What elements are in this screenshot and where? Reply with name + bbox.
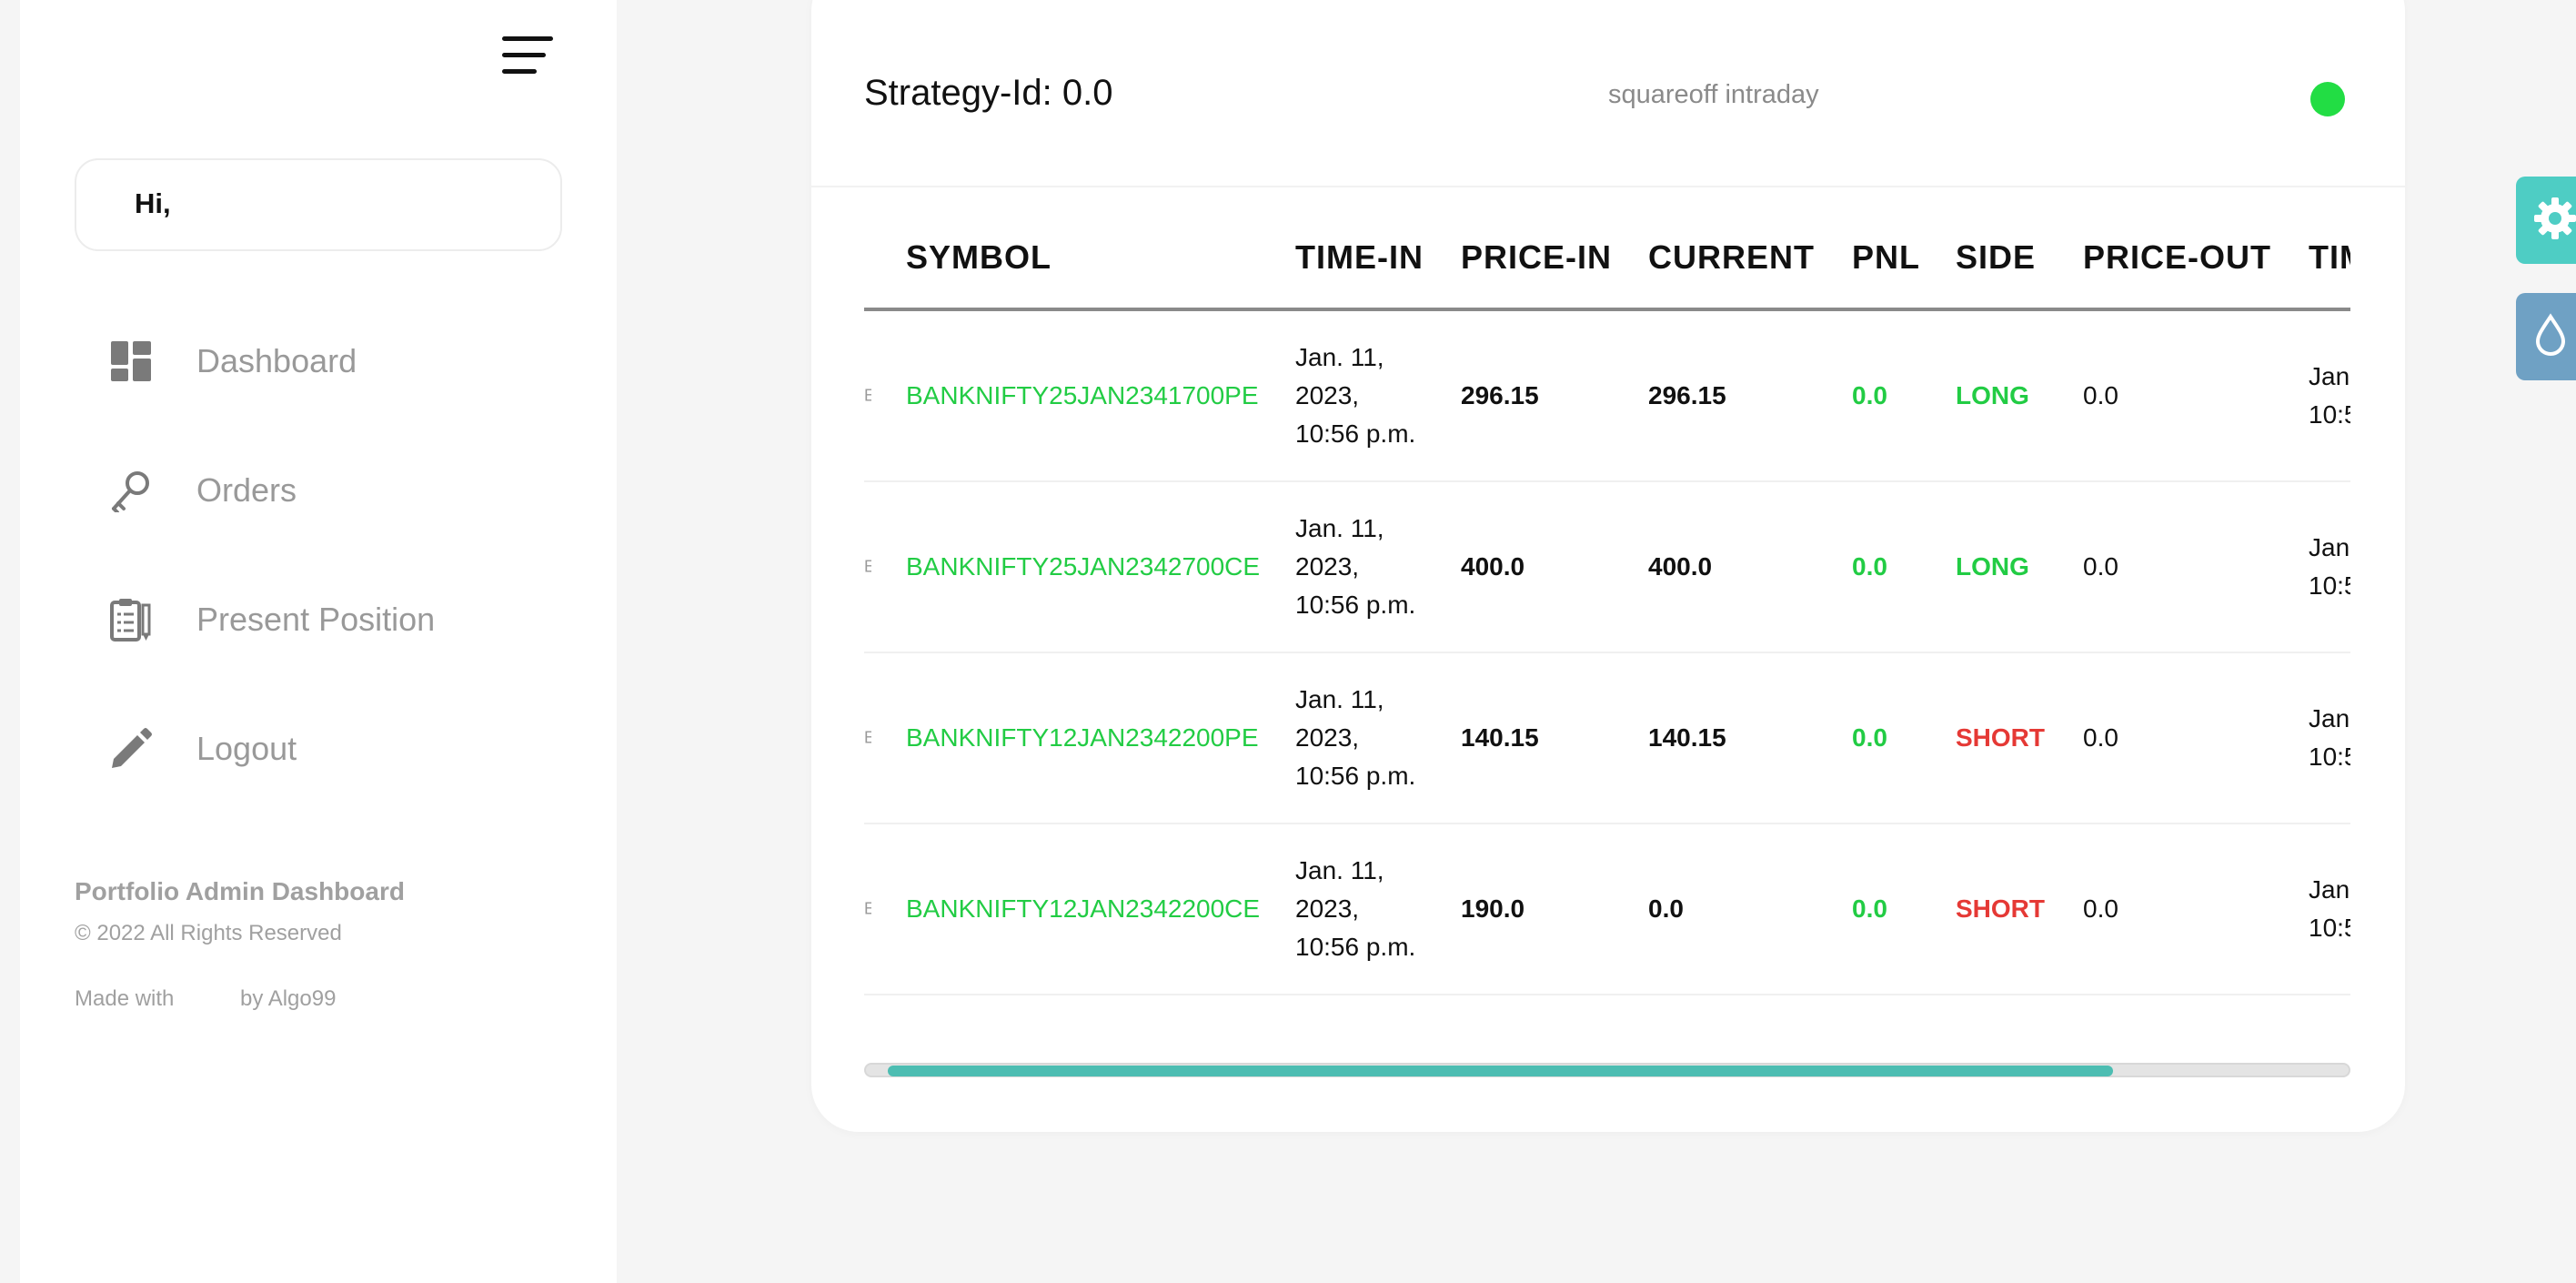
settings-button[interactable] bbox=[2516, 177, 2576, 264]
cell-pnl: 0.0 bbox=[1852, 552, 1887, 581]
cell-side: LONG bbox=[1956, 552, 2029, 581]
cell-price-in: 190.0 bbox=[1461, 894, 1525, 923]
sidebar-item-orders[interactable]: Orders bbox=[107, 459, 526, 522]
cell-time-in: Jan. 11, 2023, 10:56 p.m. bbox=[1295, 685, 1416, 790]
cell-side: LONG bbox=[1956, 381, 2029, 409]
footer-copyright: © 2022 All Rights Reserved bbox=[75, 921, 342, 945]
status-indicator bbox=[2310, 82, 2345, 116]
cell-pnl: 0.0 bbox=[1852, 723, 1887, 752]
sidebar-item-label: Orders bbox=[196, 471, 297, 509]
cell-price-out: 0.0 bbox=[2083, 894, 2118, 923]
gear-icon bbox=[2532, 196, 2576, 246]
table-row[interactable]: E BANKNIFTY12JAN2342200PE Jan. 11, 2023,… bbox=[864, 653, 2350, 824]
cell-symbol[interactable]: BANKNIFTY25JAN2341700PE bbox=[906, 381, 1259, 410]
cell-price-in: 400.0 bbox=[1461, 552, 1525, 581]
footer-by: by Algo99 bbox=[240, 986, 337, 1011]
column-header-price-out[interactable]: PRICE-OUT bbox=[2083, 238, 2271, 277]
cell-time-out: Jan 10:5 bbox=[2309, 533, 2350, 600]
sidebar-item-logout[interactable]: Logout bbox=[107, 717, 526, 781]
cell-price-out: 0.0 bbox=[2083, 723, 2118, 752]
cell-pnl: 0.0 bbox=[1852, 381, 1887, 409]
cell-current: 0.0 bbox=[1648, 894, 1684, 923]
greeting-box: Hi, bbox=[75, 158, 562, 251]
card-header-divider bbox=[811, 186, 2405, 187]
key-icon bbox=[107, 467, 155, 514]
cell-symbol[interactable]: BANKNIFTY12JAN2342200CE bbox=[906, 894, 1260, 924]
pencil-icon bbox=[107, 725, 155, 773]
row-cell-cutoff: E bbox=[864, 899, 871, 918]
cell-price-in: 296.15 bbox=[1461, 381, 1539, 409]
cell-price-out: 0.0 bbox=[2083, 381, 2118, 409]
theme-button[interactable] bbox=[2516, 293, 2576, 380]
cell-symbol[interactable]: BANKNIFTY25JAN2342700CE bbox=[906, 552, 1260, 581]
cell-current: 296.15 bbox=[1648, 381, 1726, 409]
cell-time-in: Jan. 11, 2023, 10:56 p.m. bbox=[1295, 514, 1416, 619]
cell-price-in: 140.15 bbox=[1461, 723, 1539, 752]
droplet-icon bbox=[2532, 312, 2569, 361]
strategy-subtitle: squareoff intraday bbox=[1608, 80, 1819, 109]
sidebar-item-label: Logout bbox=[196, 730, 297, 767]
sidebar: Hi, Dashboard Orders Present Position Lo… bbox=[20, 0, 617, 1283]
scrollbar-thumb[interactable] bbox=[888, 1066, 2113, 1076]
sidebar-item-dashboard[interactable]: Dashboard bbox=[107, 329, 526, 393]
table-row[interactable]: E BANKNIFTY25JAN2341700PE Jan. 11, 2023,… bbox=[864, 311, 2350, 482]
column-header-price-in[interactable]: PRICE-IN bbox=[1461, 238, 1612, 277]
cell-side: SHORT bbox=[1956, 723, 2045, 752]
dashboard-icon bbox=[107, 338, 155, 385]
cell-side: SHORT bbox=[1956, 894, 2045, 923]
cell-price-out: 0.0 bbox=[2083, 552, 2118, 581]
cell-current: 400.0 bbox=[1648, 552, 1713, 581]
column-header-time-out[interactable]: TIM bbox=[2309, 238, 2350, 277]
column-header-symbol[interactable]: SYMBOL bbox=[906, 238, 1052, 277]
column-header-current[interactable]: CURRENT bbox=[1648, 238, 1815, 277]
footer-title: Portfolio Admin Dashboard bbox=[75, 877, 405, 905]
strategy-title: Strategy-Id: 0.0 bbox=[864, 73, 1113, 113]
column-header-side[interactable]: SIDE bbox=[1956, 238, 2036, 277]
positions-table[interactable]: SYMBOL TIME-IN PRICE-IN CURRENT PNL SIDE… bbox=[864, 209, 2350, 1028]
sidebar-item-label: Present Position bbox=[196, 601, 436, 638]
table-row[interactable]: E BANKNIFTY12JAN2342200CE Jan. 11, 2023,… bbox=[864, 824, 2350, 995]
cell-time-out: Jan 10:5 bbox=[2309, 362, 2350, 429]
cell-symbol[interactable]: BANKNIFTY12JAN2342200PE bbox=[906, 723, 1259, 753]
cell-pnl: 0.0 bbox=[1852, 894, 1887, 923]
row-cell-cutoff: E bbox=[864, 557, 871, 576]
cell-time-in: Jan. 11, 2023, 10:56 p.m. bbox=[1295, 856, 1416, 961]
sidebar-item-present-position[interactable]: Present Position bbox=[107, 588, 526, 652]
row-cell-cutoff: E bbox=[864, 386, 871, 405]
table-row[interactable]: E BANKNIFTY25JAN2342700CE Jan. 11, 2023,… bbox=[864, 482, 2350, 653]
sidebar-item-label: Dashboard bbox=[196, 342, 357, 379]
menu-toggle-icon[interactable] bbox=[502, 35, 553, 76]
clipboard-icon bbox=[107, 596, 155, 643]
strategy-card: Strategy-Id: 0.0 squareoff intraday SYMB… bbox=[811, 0, 2405, 1132]
cell-current: 140.15 bbox=[1648, 723, 1726, 752]
column-header-pnl[interactable]: PNL bbox=[1852, 238, 1920, 277]
row-cell-cutoff: E bbox=[864, 728, 871, 747]
column-header-time-in[interactable]: TIME-IN bbox=[1295, 238, 1424, 277]
cell-time-out: Jan 10:5 bbox=[2309, 875, 2350, 942]
cell-time-in: Jan. 11, 2023, 10:56 p.m. bbox=[1295, 343, 1416, 448]
app-root: Hi, Dashboard Orders Present Position Lo… bbox=[0, 0, 2576, 1283]
cell-time-out: Jan 10:5 bbox=[2309, 704, 2350, 771]
footer-made-with: Made with bbox=[75, 986, 175, 1011]
table-horizontal-scrollbar[interactable] bbox=[864, 1063, 2350, 1077]
greeting-text: Hi, bbox=[135, 187, 171, 219]
